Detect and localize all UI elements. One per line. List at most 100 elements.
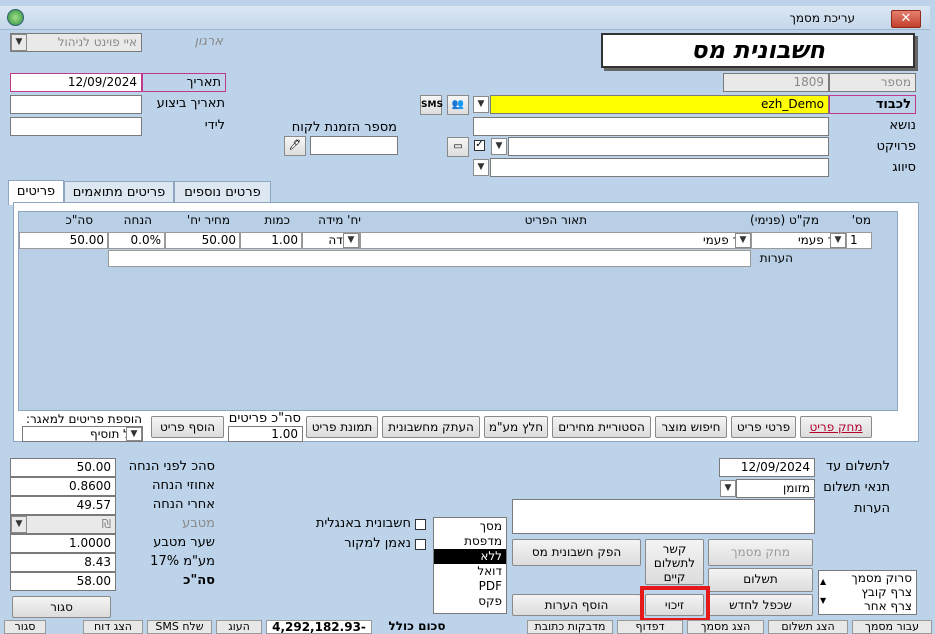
attachment-file[interactable]: צרף קובץ: [819, 585, 916, 599]
row-discount[interactable]: 0.0%: [108, 232, 165, 249]
add-to-repo-dropdown-icon[interactable]: ▼: [126, 427, 142, 441]
payment-button[interactable]: תשלום: [708, 568, 813, 592]
before-discount-field[interactable]: 50.00: [10, 458, 116, 477]
status-browse[interactable]: דפדוף: [617, 620, 683, 634]
terms-dropdown-icon[interactable]: ▼: [720, 480, 736, 497]
link-payment-button[interactable]: קשר לתשלום קיים: [645, 539, 704, 585]
item-details-button[interactable]: פרטי פריט: [731, 416, 796, 438]
currency-dropdown-icon[interactable]: ▼: [11, 516, 27, 533]
true-copy-checkbox[interactable]: [415, 539, 426, 550]
sms-button[interactable]: SMS: [420, 95, 443, 115]
status-send-sms[interactable]: שלח SMS: [147, 620, 212, 634]
project-checkbox[interactable]: ✓: [474, 140, 485, 151]
row-desc[interactable]: חד פעמי: [360, 232, 751, 249]
terms-select[interactable]: מזומן: [736, 479, 815, 498]
row-sku-dropdown-icon[interactable]: ▼: [830, 233, 846, 248]
row-qty[interactable]: 1.00: [240, 232, 302, 249]
copy-from-invoice-button[interactable]: העתק מחשבונית: [382, 416, 480, 438]
add-notes-button[interactable]: הוסף הערות: [512, 594, 641, 616]
row-num[interactable]: 1: [846, 232, 872, 249]
status-show-report[interactable]: הצג דוח: [83, 620, 143, 634]
highlight-box: [640, 586, 710, 622]
col-total: סה"כ: [65, 213, 94, 227]
add-to-repo-label: הוספת פריטים למאגר:: [25, 412, 142, 426]
row-desc-dropdown-icon[interactable]: ▼: [735, 233, 751, 248]
rate-label: שער מטבע: [153, 535, 215, 550]
tab-more-details[interactable]: פרטים נוספים: [174, 181, 271, 204]
payment-notes-field[interactable]: [512, 499, 815, 534]
true-copy-label: נאמן למקור: [344, 536, 411, 551]
contacts-icon[interactable]: 👥: [447, 95, 469, 115]
status-total-label: סכום כולל: [376, 620, 458, 634]
org-dropdown-icon[interactable]: ▼: [11, 34, 27, 51]
order-no-field[interactable]: [310, 136, 398, 155]
price-history-button[interactable]: הסטוריית מחירים: [552, 416, 651, 438]
subject-label: נושא: [889, 118, 916, 133]
row-notes[interactable]: [108, 250, 751, 267]
col-unit: יח' מידה: [318, 213, 361, 227]
row-total[interactable]: 50.00: [19, 232, 108, 249]
add-to-repo-select[interactable]: אל תוסיף: [22, 426, 143, 442]
status-close[interactable]: סגור: [4, 620, 46, 634]
delete-item-label: מחק פריט: [809, 420, 863, 434]
attachment-scan[interactable]: סרוק מסמך: [819, 571, 916, 585]
exec-date-field[interactable]: [10, 95, 142, 114]
project-board-icon[interactable]: ▭: [447, 137, 469, 157]
row-unit-dropdown-icon[interactable]: ▼: [343, 233, 359, 248]
before-discount-label: סהכ לפני הנחה: [128, 459, 215, 474]
delete-item-button[interactable]: מחק פריט: [800, 416, 872, 438]
attention-field[interactable]: [10, 117, 142, 136]
close-icon[interactable]: ✕: [891, 10, 921, 28]
discount-pct-field[interactable]: 0.8600: [10, 477, 116, 496]
attachment-other[interactable]: צרף אחר: [819, 599, 916, 613]
items-total-label: סה"כ פריטים: [228, 411, 301, 426]
col-desc: תאור הפריט: [524, 213, 587, 227]
product-search-button[interactable]: חיפוש מוצר: [655, 416, 727, 438]
tab-matched-items[interactable]: פריטים מתואמים: [64, 181, 174, 204]
org-select[interactable]: איי פוינט לניהול: [10, 33, 142, 52]
classification-field[interactable]: [490, 158, 829, 177]
classification-label: סיווג: [892, 160, 916, 175]
output-option-pdf[interactable]: PDF: [434, 579, 506, 594]
close-button[interactable]: סגור: [12, 596, 111, 618]
after-discount-field[interactable]: 49.57: [10, 496, 116, 515]
extract-vat-button[interactable]: חלץ מע"מ: [484, 416, 548, 438]
status-item-4[interactable]: העוג: [216, 620, 262, 634]
status-pass-doc[interactable]: עבור מסמך: [852, 620, 932, 634]
output-listbox[interactable]: מסך מדפסת ללא דואל PDF פקס: [433, 517, 507, 614]
rate-field[interactable]: 1.0000: [10, 534, 116, 553]
english-invoice-checkbox[interactable]: [415, 519, 426, 530]
project-field[interactable]: [508, 137, 829, 156]
delete-doc-button[interactable]: מחק מסמך: [708, 539, 813, 566]
to-dropdown-icon[interactable]: ▼: [473, 96, 489, 113]
vat-label: מע"מ 17%: [150, 554, 215, 569]
org-label: ארגון: [194, 34, 223, 49]
item-image-button[interactable]: תמונת פריט: [306, 416, 378, 438]
status-address-labels[interactable]: מדבקות כתובת: [527, 620, 613, 634]
output-option-printer[interactable]: מדפסת: [434, 534, 506, 549]
output-option-fax[interactable]: פקס: [434, 594, 506, 609]
order-lookup-icon[interactable]: 🖊: [284, 136, 306, 156]
date-field[interactable]: 12/09/2024: [10, 73, 142, 92]
status-show-doc[interactable]: הצג מסמך: [687, 620, 764, 634]
add-item-button[interactable]: הוסף פריט: [151, 416, 224, 438]
row-price[interactable]: 50.00: [165, 232, 240, 249]
attachments-listbox[interactable]: סרוק מסמך צרף קובץ צרף אחר: [818, 570, 917, 615]
status-show-payment[interactable]: הצג תשלום: [768, 620, 848, 634]
terms-value: מזומן: [783, 481, 810, 495]
output-option-email[interactable]: דואל: [434, 564, 506, 579]
classification-dropdown-icon[interactable]: ▼: [473, 159, 489, 176]
due-date-field[interactable]: 12/09/2024: [719, 458, 815, 477]
to-field[interactable]: ezh_Demo: [490, 95, 829, 114]
number-label-box: מספר: [829, 73, 916, 92]
duplicate-button[interactable]: שכפל לחדש: [708, 594, 813, 616]
to-label: לכבוד: [875, 97, 911, 112]
project-dropdown-icon[interactable]: ▼: [491, 138, 507, 155]
link-payment-label: קשר לתשלום קיים: [653, 542, 696, 584]
issue-invoice-button[interactable]: הפק חשבונית מס: [512, 539, 641, 566]
output-option-screen[interactable]: מסך: [434, 519, 506, 534]
number-label: מספר: [880, 75, 911, 89]
attachments-scroll-icon[interactable]: ▲ ▼: [820, 572, 826, 610]
subject-field[interactable]: [473, 117, 829, 136]
output-option-none[interactable]: ללא: [434, 549, 506, 564]
